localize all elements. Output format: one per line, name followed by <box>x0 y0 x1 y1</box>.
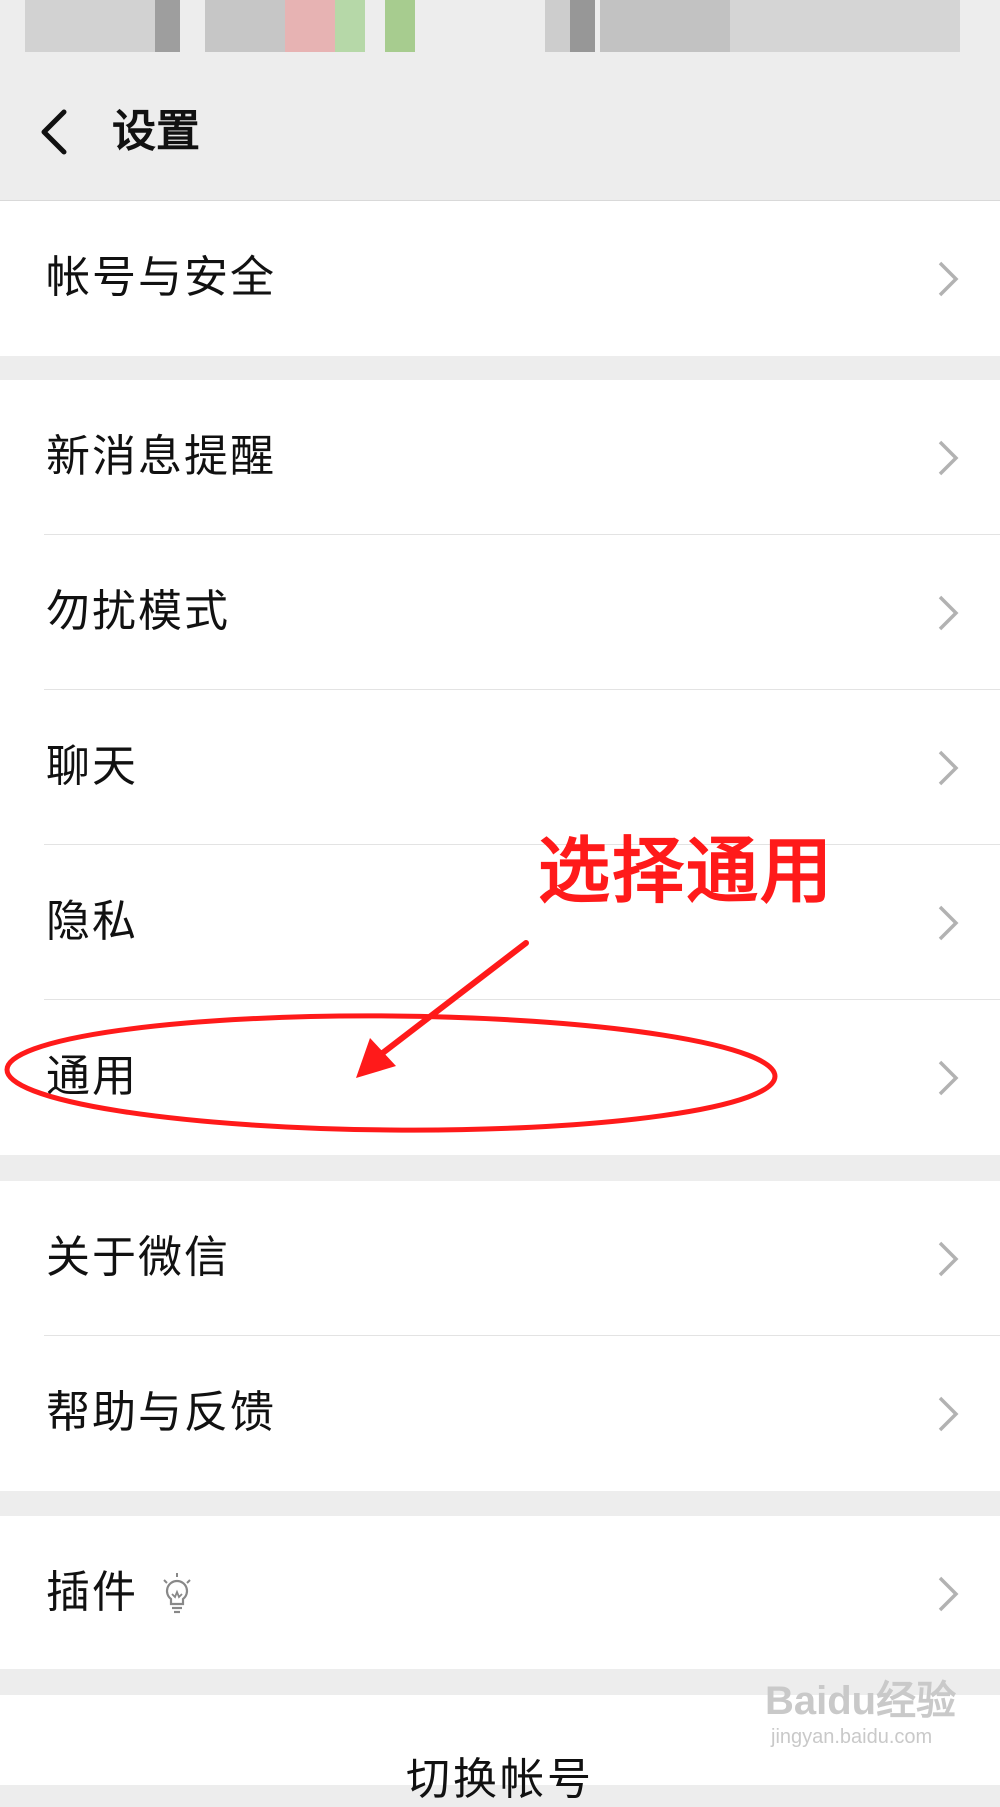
status-blur-block <box>155 0 180 52</box>
settings-item-notifications[interactable]: 新消息提醒 <box>0 380 1000 535</box>
settings-group-plugins: 插件 <box>0 1516 1000 1669</box>
settings-item-label: 隐私 <box>46 896 138 947</box>
settings-item-label: 插件 <box>46 1567 138 1618</box>
status-blur-block <box>335 0 365 52</box>
chevron-right-icon <box>938 1241 959 1277</box>
settings-item-label: 帐号与安全 <box>46 252 276 303</box>
status-blur-block <box>600 0 730 52</box>
settings-item-label: 通用 <box>46 1051 138 1102</box>
watermark-brand: Baidu经验 <box>765 1679 957 1723</box>
annotation-text: 选择通用 <box>538 829 835 913</box>
status-blur-block <box>205 0 285 52</box>
settings-item-privacy[interactable]: 隐私 <box>0 845 1000 1000</box>
settings-item-general[interactable]: 通用 <box>0 1000 1000 1155</box>
settings-item-label: 聊天 <box>46 741 138 792</box>
settings-item-help-feedback[interactable]: 帮助与反馈 <box>0 1336 1000 1491</box>
settings-item-do-not-disturb[interactable]: 勿扰模式 <box>0 535 1000 690</box>
chevron-right-icon <box>938 1060 959 1096</box>
status-blur-block <box>570 0 595 52</box>
status-blur-block <box>25 0 165 52</box>
settings-item-account-security[interactable]: 帐号与安全 <box>0 201 1000 356</box>
status-blur-block <box>730 0 960 52</box>
chevron-right-icon <box>938 261 959 297</box>
settings-item-label: 关于微信 <box>46 1232 230 1283</box>
switch-account-label: 切换帐号 <box>406 1754 594 1805</box>
settings-item-about-wechat[interactable]: 关于微信 <box>0 1181 1000 1336</box>
settings-group-main: 新消息提醒 勿扰模式 聊天 隐私 通用 <box>0 380 1000 1155</box>
settings-item-chat[interactable]: 聊天 <box>0 690 1000 845</box>
chevron-right-icon <box>938 440 959 476</box>
status-blur-block <box>385 0 415 52</box>
chevron-right-icon <box>938 750 959 786</box>
watermark: Baidu经验 jingyan.baidu.com <box>765 1668 965 1758</box>
chevron-right-icon <box>938 905 959 941</box>
chevron-right-icon <box>938 1396 959 1432</box>
status-blur-block <box>285 0 335 52</box>
settings-item-label: 帮助与反馈 <box>46 1387 276 1438</box>
settings-item-plugins[interactable]: 插件 <box>0 1516 1000 1669</box>
chevron-right-icon <box>938 595 959 631</box>
watermark-site: jingyan.baidu.com <box>771 1726 933 1748</box>
settings-item-label: 勿扰模式 <box>46 586 230 637</box>
settings-group-account: 帐号与安全 <box>0 201 1000 356</box>
status-bar <box>0 0 1000 62</box>
lightbulb-icon <box>163 1573 191 1614</box>
navigation-bar: 设置 <box>0 62 1000 201</box>
back-arrow-icon[interactable] <box>30 102 90 162</box>
page-title: 设置 <box>112 106 200 157</box>
settings-item-label: 新消息提醒 <box>46 431 276 482</box>
chevron-right-icon <box>938 1576 959 1612</box>
settings-group-about: 关于微信 帮助与反馈 <box>0 1181 1000 1491</box>
